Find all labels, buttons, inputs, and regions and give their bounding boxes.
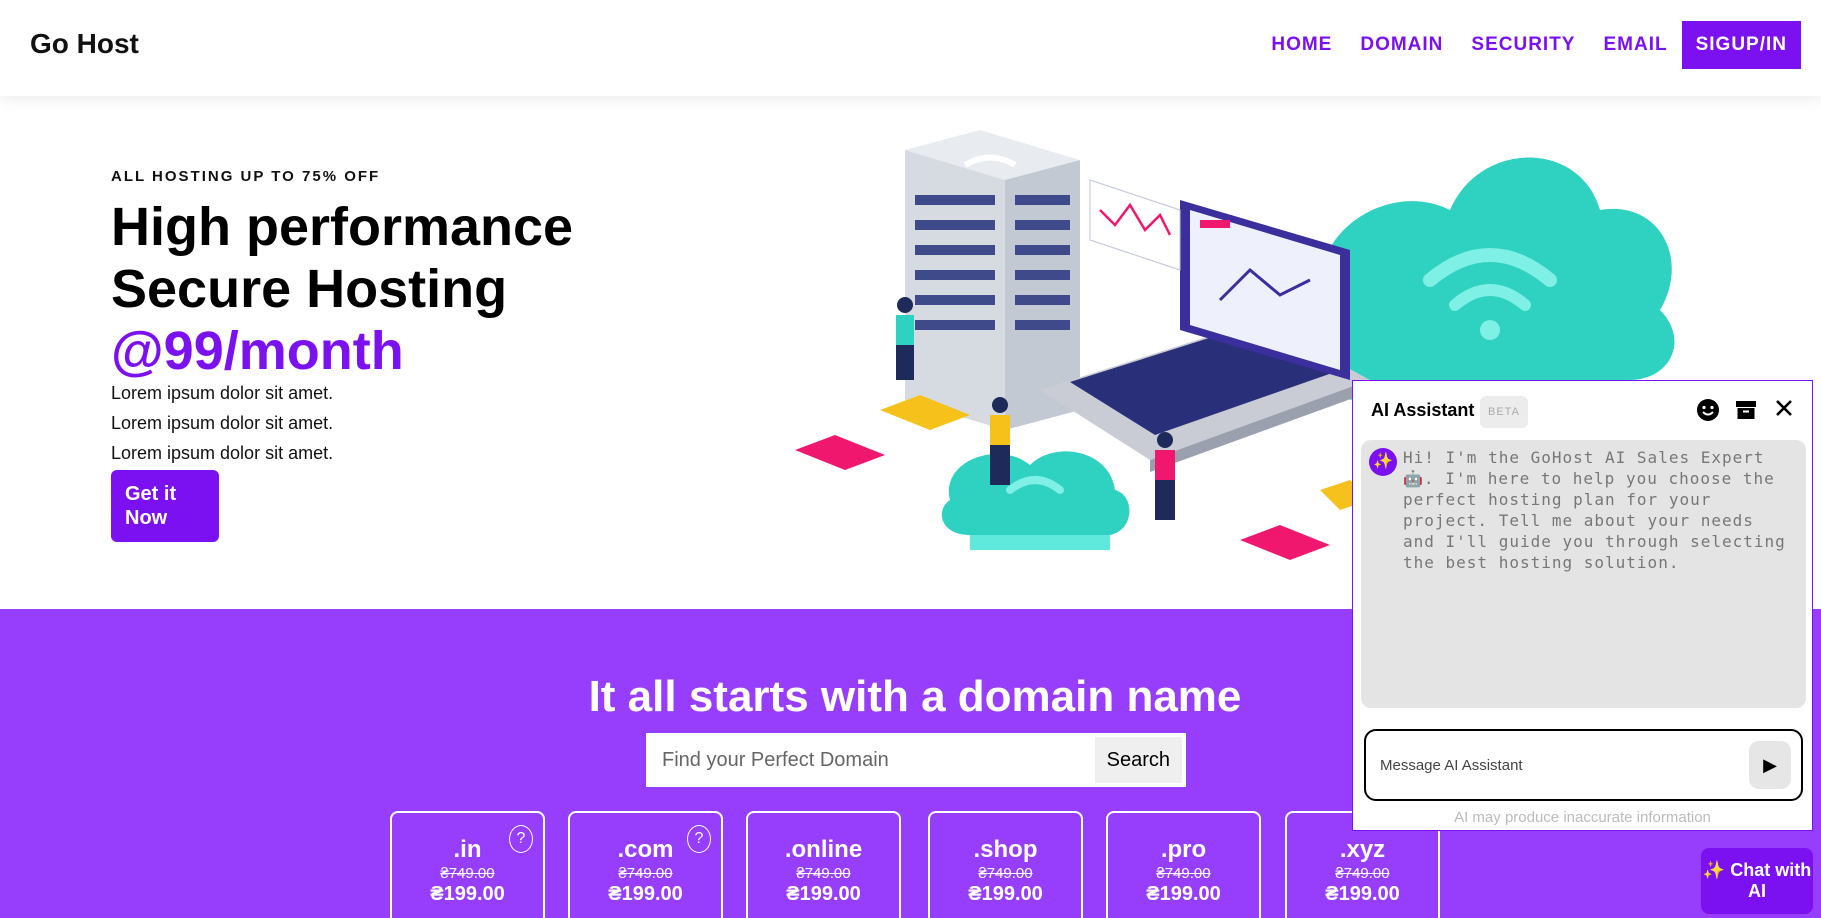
hero-line: Lorem ipsum dolor sit amet. [111, 413, 334, 433]
tld-new-price: ₴199.00 [430, 883, 505, 905]
cloud-wifi-icon [1310, 157, 1675, 400]
tld-old-price: ₴749.00 [978, 865, 1033, 882]
get-it-now-button[interactable]: Get it Now [111, 470, 219, 542]
nav-email[interactable]: EMAIL [1603, 21, 1667, 69]
tld-card-com[interactable]: .com ₴749.00 ₴199.00 ? [568, 811, 723, 918]
main-nav: HOME DOMAIN SECURITY EMAIL SIGUP/IN [1243, 21, 1801, 69]
brand-logo[interactable]: Go Host [30, 28, 139, 60]
hero-price: @99/month [111, 321, 404, 381]
tld-old-price: ₴749.00 [440, 865, 495, 882]
archive-icon[interactable] [1732, 398, 1760, 426]
tld-old-price: ₴749.00 [1156, 865, 1211, 882]
nav-security[interactable]: SECURITY [1471, 21, 1575, 69]
sparkle-avatar-icon: ✨ [1369, 448, 1397, 476]
beta-badge: BETA [1480, 396, 1528, 428]
folder-pink-icon [795, 435, 885, 470]
chat-with-ai-button[interactable]: ✨ Chat with AI [1701, 848, 1813, 914]
tld-new-price: ₴199.00 [608, 883, 683, 905]
tld-card-online[interactable]: .online ₴749.00 ₴199.00 [746, 811, 901, 918]
nav-home[interactable]: HOME [1271, 21, 1332, 69]
tld-card-pro[interactable]: .pro ₴749.00 ₴199.00 [1106, 811, 1261, 918]
hero-line: Lorem ipsum dolor sit amet. [111, 383, 334, 403]
domain-search-button[interactable]: Search [1094, 737, 1182, 783]
navbar: Go Host HOME DOMAIN SECURITY EMAIL SIGUP… [0, 0, 1821, 96]
tld-name: .xyz [1339, 836, 1386, 863]
tld-card-in[interactable]: .in ₴749.00 ₴199.00 ? [390, 811, 545, 918]
tld-old-price: ₴749.00 [618, 865, 673, 882]
person-icon [896, 297, 914, 380]
assistant-toolbar [1684, 398, 1798, 426]
smiley-icon[interactable] [1694, 398, 1722, 426]
nav-domain[interactable]: DOMAIN [1360, 21, 1443, 69]
ai-assistant-panel: AI Assistant BETA ✨ Hi! I'm the GoHost A… [1352, 380, 1813, 831]
laptop-icon [1040, 200, 1370, 472]
server-rack-icon [905, 130, 1080, 430]
ai-disclaimer: AI may produce inaccurate information [1454, 809, 1711, 826]
hero-eyebrow: ALL HOSTING UP TO 75% OFF [111, 168, 381, 185]
hero-title-line-1: High performance [111, 197, 574, 257]
tld-old-price: ₴749.00 [796, 865, 851, 882]
tld-name: .online [784, 836, 863, 863]
tld-new-price: ₴199.00 [968, 883, 1043, 905]
message-input[interactable] [1380, 751, 1740, 779]
domain-search-box: Search [646, 733, 1186, 787]
send-icon[interactable]: ▶ [1749, 741, 1791, 789]
hero-description: Lorem ipsum dolor sit amet. Lorem ipsum … [111, 378, 333, 468]
tld-new-price: ₴199.00 [1146, 883, 1221, 905]
folder-pink-icon [1240, 525, 1330, 560]
signup-login-button[interactable]: SIGUP/IN [1681, 21, 1801, 69]
tld-new-price: ₴199.00 [1325, 883, 1400, 905]
hero-title-line-2: Secure Hosting [111, 259, 508, 319]
help-icon[interactable]: ? [509, 825, 533, 853]
chat-transcript: ✨ Hi! I'm the GoHost AI Sales Expert 🤖. … [1361, 440, 1806, 708]
hero-line: Lorem ipsum dolor sit amet. [111, 443, 334, 463]
close-icon[interactable] [1770, 398, 1798, 426]
cloud-small-icon [941, 451, 1130, 550]
assistant-message: Hi! I'm the GoHost AI Sales Expert 🤖. I'… [1403, 448, 1786, 572]
tld-old-price: ₴749.00 [1335, 865, 1390, 882]
page: Go Host HOME DOMAIN SECURITY EMAIL SIGUP… [0, 0, 1821, 918]
tld-new-price: ₴199.00 [786, 883, 861, 905]
analytics-card-icon [1089, 179, 1181, 271]
domain-search-input[interactable] [662, 738, 1095, 782]
help-icon[interactable]: ? [687, 825, 711, 853]
tld-name: .shop [973, 836, 1038, 863]
tld-card-shop[interactable]: .shop ₴749.00 ₴199.00 [928, 811, 1083, 918]
message-composer: ▶ [1364, 729, 1803, 801]
tld-name: .pro [1160, 836, 1207, 863]
hero-title: High performance Secure Hosting @99/mont… [111, 196, 671, 382]
assistant-title: AI Assistant [1371, 400, 1475, 420]
